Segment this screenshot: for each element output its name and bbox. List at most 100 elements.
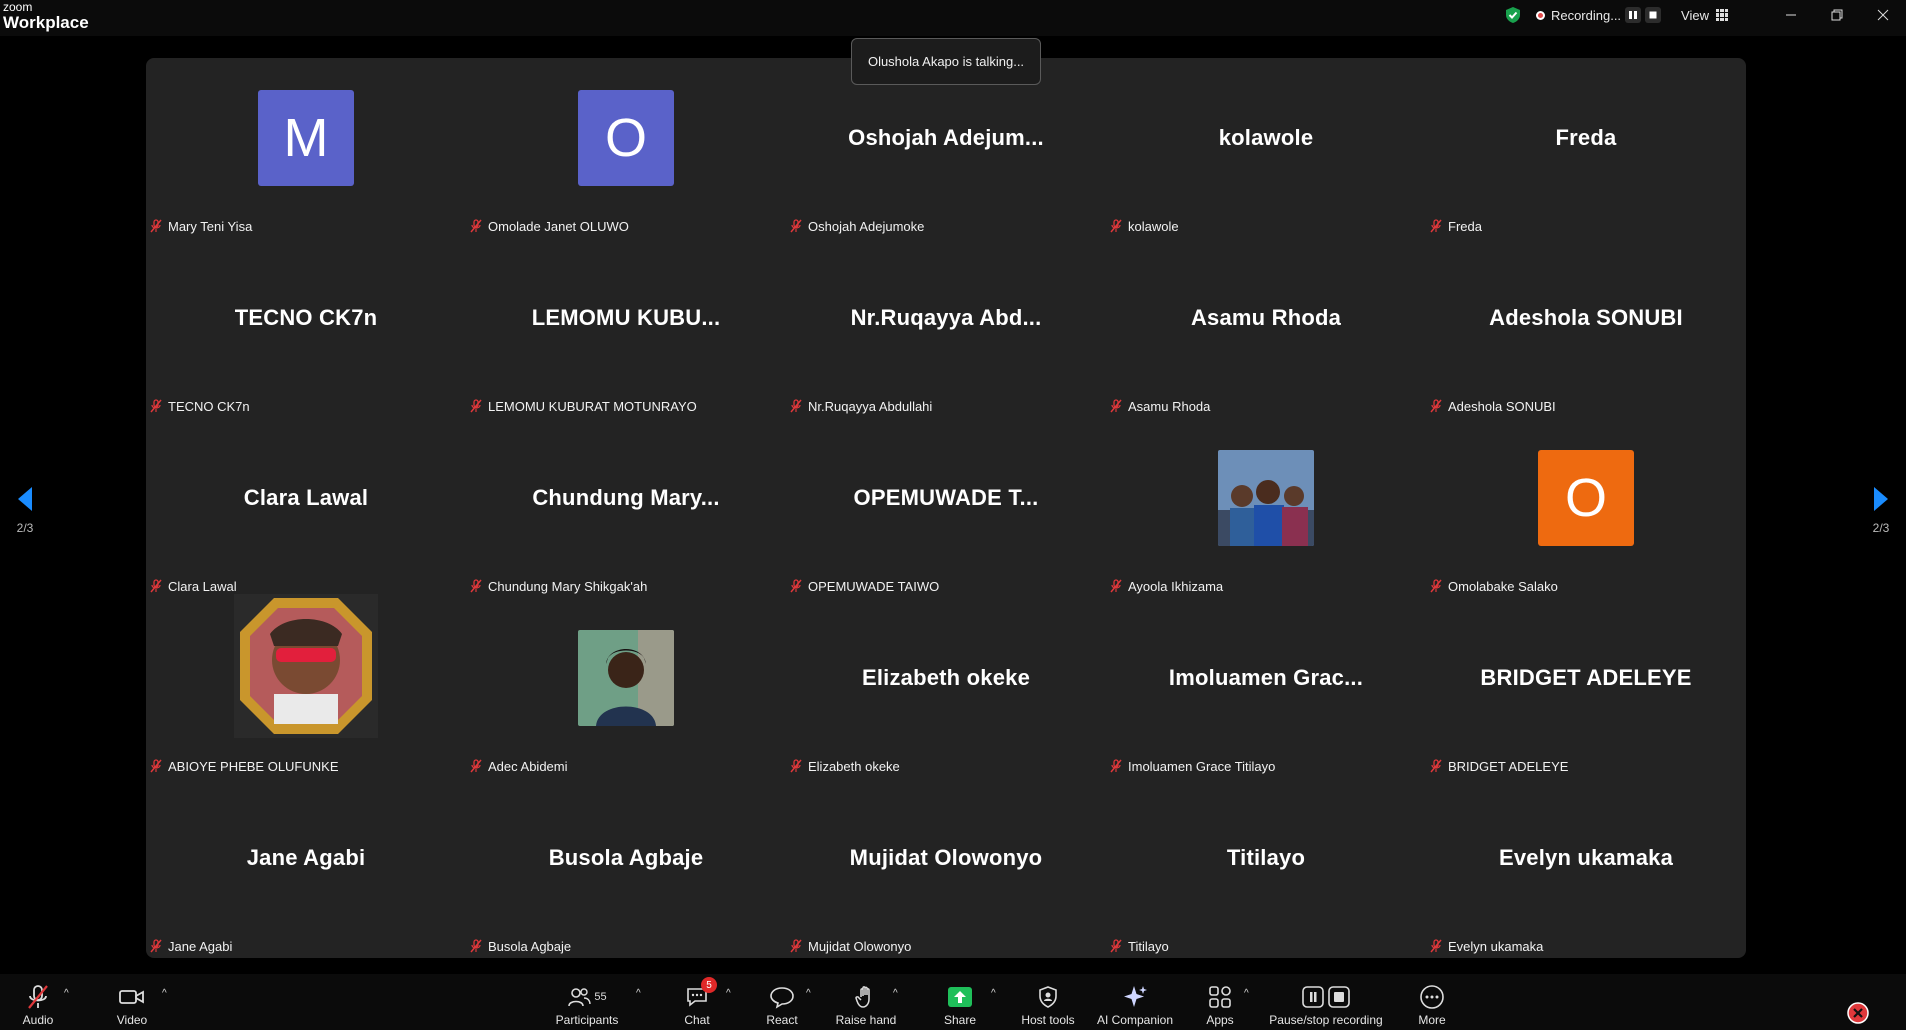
participant-name-text: Adec Abidemi xyxy=(488,758,568,774)
participant-tile[interactable]: ABIOYE PHEBE OLUFUNKE xyxy=(146,594,466,778)
raise-hand-options-caret-icon[interactable]: ^ xyxy=(893,988,898,999)
participant-photo-framed xyxy=(234,594,378,738)
share-options-caret-icon[interactable]: ^ xyxy=(991,988,996,999)
participant-tile[interactable]: Imoluamen Grac... Imoluamen Grace Titilay… xyxy=(1106,598,1426,778)
microphone-muted-icon xyxy=(470,579,482,593)
participant-tile[interactable]: Evelyn ukamaka Evelyn ukamaka xyxy=(1426,778,1746,958)
participant-tile[interactable]: Ayoola Ikhizama xyxy=(1106,418,1426,598)
participant-display-name: Mujidat Olowonyo xyxy=(849,845,1043,870)
video-camera-icon xyxy=(119,990,144,1004)
participant-tile[interactable]: OPEMUWADE T... OPEMUWADE TAIWO xyxy=(786,418,1106,598)
participant-video-area: Adeshola SONUBI xyxy=(1426,238,1746,398)
microphone-muted-icon xyxy=(150,939,162,953)
stop-recording-button[interactable] xyxy=(1645,7,1662,23)
participant-tile[interactable]: Adec Abidemi xyxy=(466,598,786,778)
participant-tile[interactable]: Clara Lawal Clara Lawal xyxy=(146,418,466,598)
microphone-muted-icon xyxy=(28,985,48,1009)
participant-display-name: kolawole xyxy=(1218,125,1314,150)
restore-icon xyxy=(1831,9,1843,21)
participant-video-area: Mujidat Olowonyo xyxy=(786,778,1106,938)
participant-tile[interactable]: TECNO CK7n TECNO CK7n xyxy=(146,238,466,418)
participant-display-name: Asamu Rhoda xyxy=(1190,305,1342,330)
next-page-button[interactable]: 2/3 xyxy=(1856,460,1906,560)
gallery-grid: M Mary Teni Yisa O Omolade Janet OLUWO Oshoj… xyxy=(146,58,1746,958)
participant-name-text: Nr.Ruqayya Abdullahi xyxy=(808,398,933,414)
participant-name-text: Mujidat Olowonyo xyxy=(808,938,912,954)
view-button[interactable]: View xyxy=(1681,8,1728,23)
participant-name-text: Omolabake Salako xyxy=(1448,578,1558,594)
react-heart-bubble-icon xyxy=(770,987,794,1009)
chat-options-caret-icon[interactable]: ^ xyxy=(726,988,731,999)
participant-tile[interactable]: Oshojah Adejum... Oshojah Adejumoke xyxy=(786,58,1106,238)
participant-tile[interactable]: Busola Agbaje Busola Agbaje xyxy=(466,778,786,958)
participant-display-name: Chundung Mary... xyxy=(532,485,720,510)
apps-options-caret-icon[interactable]: ^ xyxy=(1244,988,1249,999)
recording-label: Recording... xyxy=(1550,7,1622,23)
participant-tile[interactable]: O Omolade Janet OLUWO xyxy=(466,58,786,238)
microphone-muted-icon xyxy=(1430,579,1442,593)
participant-tile[interactable]: Chundung Mary... Chundung Mary Shikgak'ah xyxy=(466,418,786,598)
pause-recording-button[interactable] xyxy=(1625,7,1642,23)
participant-display-name: OPEMUWADE T... xyxy=(853,485,1039,510)
recording-indicator[interactable]: Recording... xyxy=(1535,7,1662,23)
participant-display-name: Evelyn ukamaka xyxy=(1498,845,1674,870)
share-screen-icon xyxy=(948,987,972,1007)
participant-tile[interactable]: Asamu Rhoda Asamu Rhoda xyxy=(1106,238,1426,418)
share-button[interactable]: Share xyxy=(940,974,980,1030)
participant-name-label: ABIOYE PHEBE OLUFUNKE xyxy=(150,756,339,776)
participant-tile[interactable]: O Omolabake Salako xyxy=(1426,418,1746,598)
ai-companion-button[interactable]: AI Companion xyxy=(1094,974,1176,1030)
participants-options-caret-icon[interactable]: ^ xyxy=(636,988,641,999)
participant-video-area: Busola Agbaje xyxy=(466,778,786,938)
participants-button[interactable]: 55 Participants xyxy=(552,974,622,1030)
participant-tile[interactable]: Mujidat Olowonyo Mujidat Olowonyo xyxy=(786,778,1106,958)
participant-tile[interactable]: BRIDGET ADELEYE BRIDGET ADELEYE xyxy=(1426,598,1746,778)
react-label: React xyxy=(766,1013,798,1027)
participant-tile[interactable]: M Mary Teni Yisa xyxy=(146,58,466,238)
participant-name-text: Adeshola SONUBI xyxy=(1448,398,1556,414)
page-indicator-right: 2/3 xyxy=(1872,521,1890,535)
extension-close-button[interactable] xyxy=(1840,974,1876,1030)
raise-hand-button[interactable]: Raise hand xyxy=(834,974,898,1030)
participant-tile[interactable]: Nr.Ruqayya Abd... Nr.Ruqayya Abdullahi xyxy=(786,238,1106,418)
participant-display-name: Clara Lawal xyxy=(243,485,369,510)
participant-video-area: Evelyn ukamaka xyxy=(1426,778,1746,938)
more-button[interactable]: More xyxy=(1412,974,1452,1030)
participant-tile[interactable]: Titilayo Titilayo xyxy=(1106,778,1426,958)
audio-label: Audio xyxy=(22,1013,54,1027)
host-tools-button[interactable]: Host tools xyxy=(1020,974,1076,1030)
chat-label: Chat xyxy=(684,1013,710,1027)
shield-check-icon[interactable] xyxy=(1504,6,1522,24)
participant-tile[interactable]: Jane Agabi Jane Agabi xyxy=(146,778,466,958)
participant-tile[interactable]: Adeshola SONUBI Adeshola SONUBI xyxy=(1426,238,1746,418)
react-button[interactable]: React xyxy=(762,974,802,1030)
participant-name-label: BRIDGET ADELEYE xyxy=(1430,756,1568,776)
minimize-button[interactable] xyxy=(1768,0,1814,30)
participant-name-text: ABIOYE PHEBE OLUFUNKE xyxy=(168,758,339,774)
restore-button[interactable] xyxy=(1814,0,1860,30)
participant-name-label: Chundung Mary Shikgak'ah xyxy=(470,576,647,596)
participant-tile[interactable]: Freda Freda xyxy=(1426,58,1746,238)
react-options-caret-icon[interactable]: ^ xyxy=(806,988,811,999)
microphone-muted-icon xyxy=(790,579,802,593)
participant-display-name: Imoluamen Grac... xyxy=(1168,665,1364,690)
chat-button[interactable]: 5 Chat xyxy=(680,974,717,1030)
participant-video-area: Clara Lawal xyxy=(146,418,466,578)
more-dots-icon xyxy=(1420,985,1444,1009)
previous-page-button[interactable]: 2/3 xyxy=(0,460,50,560)
participant-tile[interactable]: Elizabeth okeke Elizabeth okeke xyxy=(786,598,1106,778)
close-button[interactable] xyxy=(1860,0,1906,30)
participant-name-text: Oshojah Adejumoke xyxy=(808,218,925,234)
microphone-muted-icon xyxy=(790,939,802,953)
participant-tile[interactable]: LEMOMU KUBU... LEMOMU KUBURAT MOTUNRAYO xyxy=(466,238,786,418)
audio-button[interactable]: Audio xyxy=(18,974,58,1030)
microphone-muted-icon xyxy=(470,399,482,413)
pause-stop-recording-button[interactable]: Pause/stop recording xyxy=(1266,974,1386,1030)
participant-name-text: LEMOMU KUBURAT MOTUNRAYO xyxy=(488,398,697,414)
participant-tile[interactable]: kolawole kolawole xyxy=(1106,58,1426,238)
apps-button[interactable]: Apps xyxy=(1200,974,1240,1030)
video-options-caret-icon[interactable]: ^ xyxy=(162,988,167,999)
audio-options-caret-icon[interactable]: ^ xyxy=(64,988,69,999)
participant-video-area xyxy=(146,586,466,746)
video-button[interactable]: Video xyxy=(112,974,152,1030)
